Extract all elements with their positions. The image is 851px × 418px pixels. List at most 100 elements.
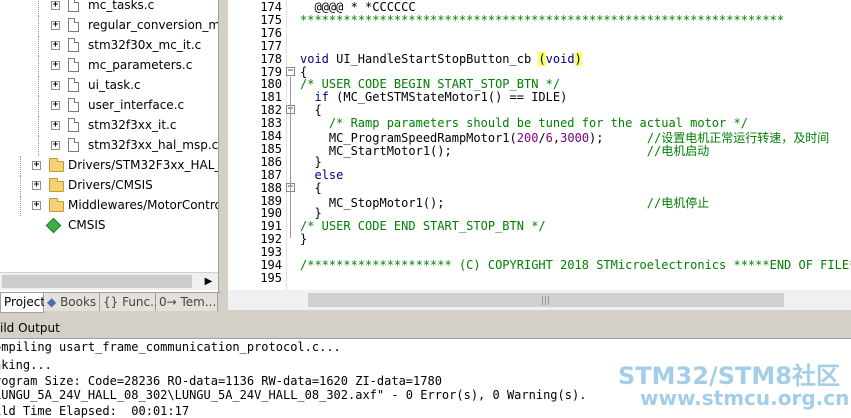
tree-guide-line [38, 56, 39, 76]
line-number: 183 [260, 116, 282, 131]
code-line[interactable]: { [300, 65, 307, 79]
line-number: 176 [260, 25, 282, 40]
expand-plus-icon[interactable]: + [51, 121, 60, 130]
project-panel: + mc_tasks.c + regular_conversion_man + … [0, 0, 219, 292]
books-icon: ◆ [47, 295, 57, 309]
line-number: 187 [260, 167, 282, 182]
tree-file-label: mc_parameters.c [88, 58, 193, 72]
line-number: 190 [260, 206, 282, 221]
project-horizontal-scrollbar[interactable]: ▶ [0, 272, 218, 290]
tree-guide-line [38, 116, 39, 136]
tree-file-row[interactable]: + regular_conversion_man [0, 16, 218, 36]
expand-plus-icon[interactable]: + [32, 181, 41, 190]
tree-file-label: stm32f3xx_it.c [88, 118, 177, 132]
code-line[interactable]: MC_StartMotor1(); //电机启动 [300, 142, 709, 159]
watermark-url: www.stmcu.org.cn [640, 386, 850, 410]
tree-guide-line [20, 156, 21, 176]
tree-folder-row[interactable]: + Middlewares/MotorControl [0, 196, 218, 216]
tree-folder-row[interactable]: + Drivers/CMSIS [0, 176, 218, 196]
editor-horizontal-scrollbar[interactable]: ||| [228, 290, 851, 310]
code-line[interactable]: ****************************************… [300, 13, 784, 27]
code-line[interactable]: /* USER CODE END START_STOP_BTN */ [300, 219, 546, 233]
tab-templates[interactable]: 0→ Tem... [156, 293, 218, 311]
code-line[interactable]: /* Ramp parameters should be tuned for t… [300, 116, 748, 130]
tree-component-row[interactable]: CMSIS [0, 216, 218, 236]
tree-file-row[interactable]: + mc_tasks.c [0, 0, 218, 16]
tree-guide-line [38, 76, 39, 96]
code-line[interactable]: MC_StopMotor1(); //电机停止 [300, 194, 709, 211]
expand-plus-icon[interactable]: + [32, 201, 41, 210]
line-number: 175 [260, 12, 282, 27]
build-line: nking... [0, 358, 52, 372]
line-number: 177 [260, 38, 282, 53]
scrollbar-grip-icon: ||| [541, 296, 551, 306]
line-number: 185 [260, 141, 282, 156]
tree-folder-label: Middlewares/MotorControl [68, 198, 219, 212]
tree-file-label: stm32f30x_mc_it.c [88, 38, 202, 52]
code-line[interactable]: /******************** (C) COPYRIGHT 2018… [300, 258, 851, 272]
tree-file-label: mc_tasks.c [88, 0, 155, 12]
project-panel-tabs: Project ◆ Books {} Func... 0→ Tem... [0, 292, 221, 313]
tree-file-row[interactable]: + stm32f30x_mc_it.c [0, 36, 218, 56]
expand-plus-icon[interactable]: + [51, 1, 60, 10]
tab-label: Books [60, 295, 97, 309]
fold-minus-icon[interactable]: − [286, 66, 295, 76]
tree-component-label: CMSIS [68, 218, 106, 232]
line-number: 192 [260, 232, 282, 247]
folder-icon [49, 198, 64, 212]
expand-plus-icon[interactable]: + [32, 161, 41, 170]
code-line[interactable]: void UI_HandleStartStopButton_cb (void) [300, 51, 582, 66]
scrollbar-thumb[interactable] [2, 275, 192, 288]
fold-guide-line [290, 193, 291, 213]
panel-splitter[interactable] [219, 0, 228, 312]
expand-plus-icon[interactable]: + [51, 141, 60, 150]
tab-label: {} Func... [103, 295, 162, 309]
tab-label: 0→ Tem... [159, 295, 217, 309]
line-number: 195 [260, 270, 282, 285]
code-line[interactable]: if (MC_GetSTMStateMotor1() == IDLE) [300, 90, 567, 104]
tree-file-label: ui_task.c [88, 78, 141, 92]
c-file-icon [68, 78, 79, 92]
line-number: 193 [260, 245, 282, 260]
tree-file-label: regular_conversion_man [88, 18, 219, 32]
expand-plus-icon[interactable]: + [51, 21, 60, 30]
expand-plus-icon[interactable]: + [51, 101, 60, 110]
line-number: 181 [260, 90, 282, 105]
code-line[interactable]: } [300, 206, 321, 220]
expand-plus-icon[interactable]: + [51, 61, 60, 70]
c-file-icon [68, 58, 79, 72]
tree-guide-line [20, 196, 21, 216]
c-file-icon [68, 0, 79, 12]
expand-plus-icon[interactable]: + [51, 81, 60, 90]
tab-books[interactable]: ◆ Books [44, 293, 100, 311]
code-line[interactable]: @@@@ * *CCCCCC [300, 0, 415, 14]
build-line: rogram Size: Code=28236 RO-data=1136 RW-… [0, 374, 442, 388]
code-editor[interactable]: 174 175 176 177 178 179 180 181 182 183 184 185 186 1… [228, 0, 851, 290]
line-number: 174 [260, 0, 282, 14]
code-line[interactable]: } [300, 232, 307, 246]
line-number: 189 [260, 193, 282, 208]
fold-guide-line [290, 116, 291, 161]
code-line[interactable]: { [300, 103, 321, 117]
line-number: 186 [260, 154, 282, 169]
tree-file-row[interactable]: + stm32f3xx_hal_msp.c [0, 136, 218, 156]
line-number: 188 [260, 180, 282, 195]
folder-icon [49, 178, 64, 192]
code-line[interactable]: { [300, 181, 321, 195]
tree-file-row[interactable]: + stm32f3xx_it.c [0, 116, 218, 136]
code-line[interactable]: else [300, 168, 343, 182]
code-line[interactable]: } [300, 155, 321, 169]
scroll-right-arrow-icon[interactable]: ▶ [201, 274, 216, 289]
code-line[interactable]: /* USER CODE BEGIN START_STOP_BTN */ [300, 77, 560, 91]
expand-plus-icon[interactable]: + [51, 41, 60, 50]
tree-file-row[interactable]: + mc_parameters.c [0, 56, 218, 76]
tree-file-row[interactable]: + ui_task.c [0, 76, 218, 96]
line-number: 191 [260, 219, 282, 234]
tree-guide-line [38, 16, 39, 36]
line-number: 180 [260, 77, 282, 92]
tree-file-row[interactable]: + user_interface.c [0, 96, 218, 116]
tree-folder-row[interactable]: + Drivers/STM32F3xx_HAL_Dri [0, 156, 218, 176]
tree-guide-line [20, 176, 21, 196]
tab-project[interactable]: Project [0, 293, 45, 313]
tab-functions[interactable]: {} Func... [100, 293, 162, 311]
